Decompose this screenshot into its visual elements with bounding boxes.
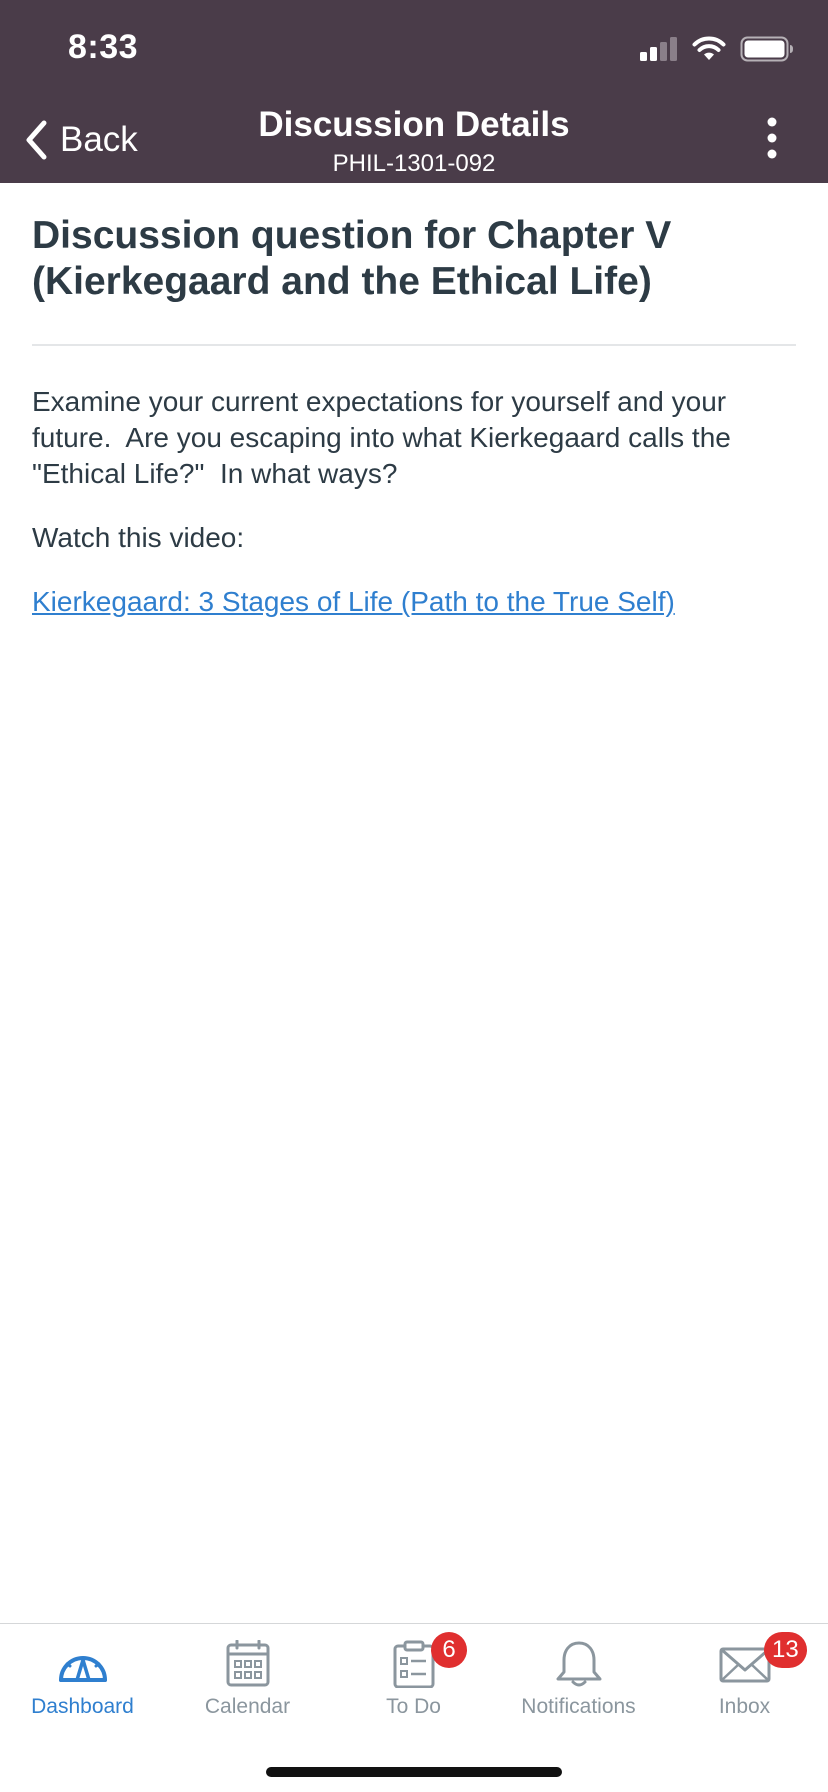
tab-dashboard[interactable]: Dashboard xyxy=(0,1624,165,1734)
tab-todo[interactable]: 6 To Do xyxy=(331,1624,496,1734)
tab-label: Dashboard xyxy=(31,1695,134,1718)
tab-label: Notifications xyxy=(521,1695,636,1718)
tab-notifications[interactable]: Notifications xyxy=(496,1624,661,1734)
status-time: 8:33 xyxy=(68,28,139,66)
header: 8:33 Back Discussion Details PHIL-1301-0… xyxy=(0,0,828,183)
page-title: Discussion Details xyxy=(258,105,570,144)
course-code: PHIL-1301-092 xyxy=(332,150,496,177)
more-vertical-icon xyxy=(767,117,777,159)
back-button[interactable]: Back xyxy=(22,112,138,168)
tab-inbox[interactable]: 13 Inbox xyxy=(662,1624,827,1734)
dashboard-gauge-icon xyxy=(58,1656,107,1682)
discussion-body: Examine your current expectations for yo… xyxy=(32,386,739,489)
nav-title-group: Discussion Details PHIL-1301-092 xyxy=(164,103,664,180)
divider xyxy=(32,344,796,346)
chevron-left-icon xyxy=(26,120,47,160)
battery-icon xyxy=(740,36,793,62)
discussion-title: Discussion question for Chapter V (Kierk… xyxy=(32,214,672,303)
tab-label: Calendar xyxy=(204,1695,291,1718)
tab-label: To Do xyxy=(386,1695,441,1718)
tab-calendar[interactable]: Calendar xyxy=(165,1624,330,1734)
cellular-signal-icon xyxy=(640,37,677,61)
calendar-icon xyxy=(226,1640,269,1687)
home-indicator xyxy=(266,1767,562,1777)
status-icons xyxy=(640,34,794,64)
bell-icon xyxy=(556,1641,601,1687)
discussion-content: Discussion question for Chapter V (Kierk… xyxy=(32,213,796,620)
video-link[interactable]: Kierkegaard: 3 Stages of Life (Path to t… xyxy=(32,584,675,620)
wifi-icon xyxy=(692,36,726,60)
inbox-count-badge: 13 xyxy=(764,1632,807,1668)
more-options-button[interactable] xyxy=(762,116,782,160)
back-button-label: Back xyxy=(60,120,138,159)
tab-label: Inbox xyxy=(718,1695,771,1718)
watch-video-label: Watch this video: xyxy=(32,522,245,553)
discussion-details-screen: 8:33 Back Discussion Details PHIL-1301-0… xyxy=(0,0,828,1792)
todo-count-badge: 6 xyxy=(431,1632,467,1668)
